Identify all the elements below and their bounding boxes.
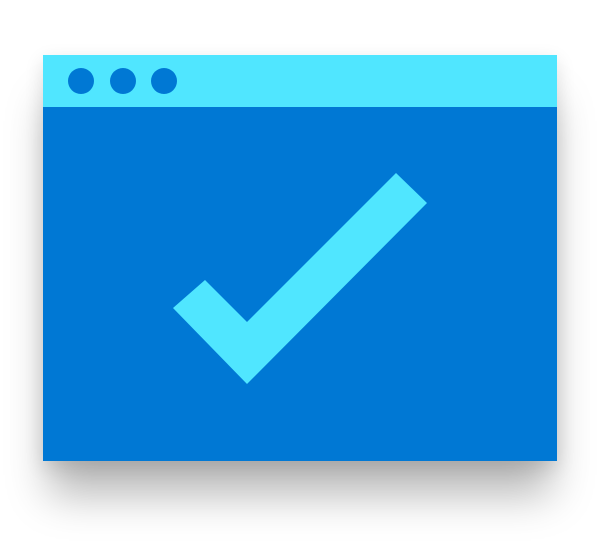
browser-window-icon xyxy=(43,55,557,461)
checkmark-icon xyxy=(173,173,427,384)
checkmark-shape xyxy=(173,173,427,384)
stage xyxy=(0,0,600,557)
